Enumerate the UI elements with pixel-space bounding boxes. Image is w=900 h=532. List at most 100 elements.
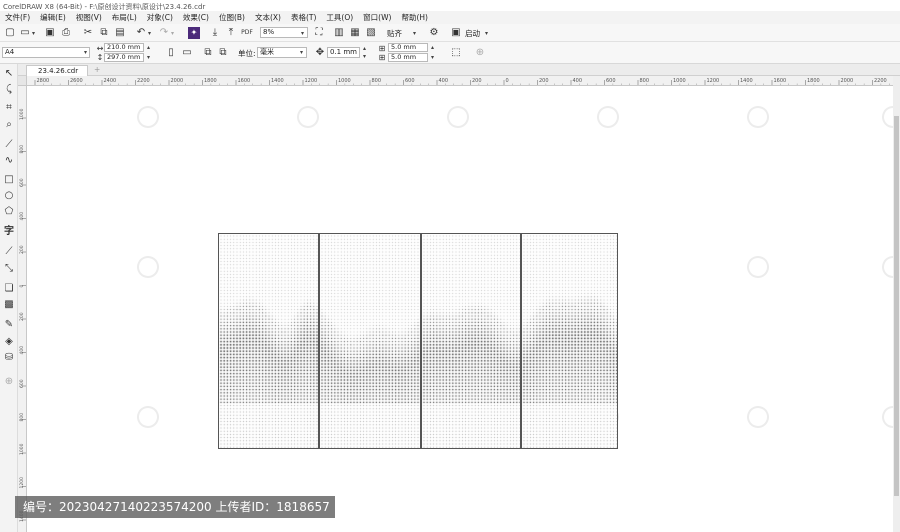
chevron-down-icon[interactable]: ▾ bbox=[485, 30, 488, 37]
spin-up-icon[interactable]: ▴ bbox=[363, 45, 366, 52]
zoom-tool-icon[interactable]: ⌕ bbox=[3, 119, 15, 131]
import-icon[interactable]: ⤓ bbox=[209, 27, 221, 39]
spin-down-icon[interactable]: ▾ bbox=[363, 53, 366, 60]
rectangle-tool-icon[interactable]: □ bbox=[3, 174, 15, 186]
redo-icon[interactable]: ↷ bbox=[158, 27, 170, 39]
show-guidelines-icon[interactable]: ▧ bbox=[365, 27, 377, 39]
export-icon[interactable]: ⤒ bbox=[225, 27, 237, 39]
menu-table[interactable]: 表格(T) bbox=[286, 12, 321, 23]
horizontal-ruler[interactable]: 2800 2600 2400 2200 2000 1800 1600 1400 1200 1000… bbox=[27, 76, 893, 86]
menu-help[interactable]: 帮助(H) bbox=[396, 12, 433, 23]
all-pages-icon[interactable]: ⧉ bbox=[202, 47, 214, 59]
spin-up-icon[interactable]: ▴ bbox=[147, 44, 150, 51]
menu-text[interactable]: 文本(X) bbox=[250, 12, 286, 23]
ellipse-tool-icon[interactable]: ○ bbox=[3, 190, 15, 202]
halftone-panel-2[interactable] bbox=[319, 233, 421, 449]
menu-window[interactable]: 窗口(W) bbox=[358, 12, 396, 23]
document-tab[interactable]: 23.4.26.cdr bbox=[26, 65, 88, 76]
chevron-down-icon[interactable]: ▾ bbox=[84, 49, 87, 56]
page-height-value: 297.0 mm bbox=[107, 53, 141, 61]
scrollbar-thumb[interactable] bbox=[894, 116, 899, 496]
transparency-icon[interactable]: ▩ bbox=[3, 299, 15, 311]
show-rulers-icon[interactable]: ▥ bbox=[333, 27, 345, 39]
gear-icon[interactable]: ⚙ bbox=[428, 27, 440, 39]
portrait-icon[interactable]: ▯ bbox=[165, 47, 177, 59]
artistic-media-icon[interactable]: ∿ bbox=[3, 155, 15, 167]
chevron-down-icon[interactable]: ▾ bbox=[171, 30, 174, 37]
pdf-icon[interactable]: PDF bbox=[241, 27, 253, 39]
ruler-tick-label: 200 bbox=[472, 78, 482, 84]
polygon-tool-icon[interactable]: ⬠ bbox=[3, 206, 15, 218]
page-height-input[interactable]: 297.0 mm bbox=[104, 53, 144, 62]
drop-shadow-icon[interactable]: ❏ bbox=[3, 283, 15, 295]
add-tool-icon[interactable]: ⊕ bbox=[3, 376, 15, 388]
smart-fill-icon[interactable]: ⛁ bbox=[3, 352, 15, 364]
launch-icon[interactable]: ▣ bbox=[450, 27, 462, 39]
menu-effects[interactable]: 效果(C) bbox=[178, 12, 214, 23]
ruler-tick-label: 2800 bbox=[37, 78, 50, 84]
drawing-canvas[interactable] bbox=[27, 86, 893, 532]
nudge-distance-input[interactable]: 0.1 mm bbox=[327, 47, 360, 58]
chevron-down-icon[interactable]: ▾ bbox=[300, 49, 303, 56]
print-icon[interactable]: ⎙ bbox=[60, 27, 72, 39]
copy-icon[interactable]: ⧉ bbox=[98, 27, 110, 39]
duplicate-x-input[interactable]: 5.0 mm bbox=[388, 43, 428, 52]
menu-file[interactable]: 文件(F) bbox=[0, 12, 35, 23]
fullscreen-icon[interactable]: ⛶ bbox=[313, 27, 325, 39]
vertical-scrollbar[interactable] bbox=[893, 76, 900, 532]
page-border-icon[interactable]: ⬚ bbox=[450, 47, 462, 59]
shape-tool-icon[interactable]: ⤹ bbox=[3, 84, 15, 96]
watermark-logo bbox=[593, 102, 623, 132]
new-icon[interactable]: ▢ bbox=[4, 27, 16, 39]
connector-tool-icon[interactable]: ⤡ bbox=[3, 263, 15, 275]
watermark-logo bbox=[443, 102, 473, 132]
spin-up-icon[interactable]: ▴ bbox=[431, 44, 434, 51]
halftone-panel-3[interactable] bbox=[421, 233, 521, 449]
menu-bitmaps[interactable]: 位图(B) bbox=[214, 12, 250, 23]
crop-tool-icon[interactable]: ⌗ bbox=[3, 102, 15, 114]
chevron-down-icon[interactable]: ▾ bbox=[32, 30, 35, 37]
menu-edit[interactable]: 编辑(E) bbox=[35, 12, 71, 23]
spin-down-icon[interactable]: ▾ bbox=[147, 54, 150, 61]
ruler-tick-label: 1000 bbox=[338, 78, 351, 84]
eyedropper-icon[interactable]: ✎ bbox=[3, 319, 15, 331]
fill-tool-icon[interactable]: ◈ bbox=[3, 336, 15, 348]
spin-down-icon[interactable]: ▾ bbox=[431, 54, 434, 61]
paste-icon[interactable]: ▤ bbox=[114, 27, 126, 39]
open-icon[interactable]: ▭ bbox=[19, 27, 31, 39]
pick-tool-icon[interactable]: ↖ bbox=[3, 68, 15, 80]
ruler-origin-corner[interactable] bbox=[18, 76, 27, 86]
page-width-input[interactable]: 210.0 mm bbox=[104, 43, 144, 52]
units-label: 单位: bbox=[238, 49, 256, 58]
add-document-tab-button[interactable]: + bbox=[94, 65, 100, 74]
watermark-logo bbox=[878, 252, 893, 282]
halftone-panel-1[interactable] bbox=[218, 233, 319, 449]
add-icon[interactable]: ⊕ bbox=[474, 47, 486, 59]
ruler-tick-label: 800 bbox=[640, 78, 650, 84]
page-size-select[interactable]: A4 bbox=[2, 47, 90, 58]
chevron-down-icon[interactable]: ▾ bbox=[413, 30, 416, 37]
chevron-down-icon[interactable]: ▾ bbox=[148, 30, 151, 37]
cut-icon[interactable]: ✂ bbox=[82, 27, 94, 39]
text-tool-icon[interactable]: 字 bbox=[3, 226, 15, 238]
snap-to-label[interactable]: 贴齐 bbox=[387, 28, 402, 39]
duplicate-y-input[interactable]: 5.0 mm bbox=[388, 53, 428, 62]
menu-view[interactable]: 视图(V) bbox=[71, 12, 107, 23]
menu-tools[interactable]: 工具(O) bbox=[321, 12, 358, 23]
nudge-distance-value: 0.1 mm bbox=[330, 48, 357, 56]
current-page-icon[interactable]: ⧉ bbox=[217, 47, 229, 59]
undo-icon[interactable]: ↶ bbox=[135, 27, 147, 39]
vertical-ruler[interactable]: 1000800600400200020040060080010001200140… bbox=[18, 86, 27, 532]
menu-layout[interactable]: 布局(L) bbox=[107, 12, 142, 23]
document-tab-bar: 23.4.26.cdr + bbox=[18, 64, 900, 76]
menu-object[interactable]: 对象(C) bbox=[142, 12, 178, 23]
search-content-icon[interactable]: ✦ bbox=[188, 27, 200, 39]
freehand-tool-icon[interactable]: ⟋ bbox=[3, 139, 15, 151]
parallel-dimension-icon[interactable]: ⟋ bbox=[3, 246, 15, 258]
halftone-panel-4[interactable] bbox=[521, 233, 618, 449]
launch-label[interactable]: 启动 bbox=[465, 28, 480, 39]
show-grid-icon[interactable]: ▦ bbox=[349, 27, 361, 39]
save-icon[interactable]: ▣ bbox=[44, 27, 56, 39]
chevron-down-icon[interactable]: ▾ bbox=[301, 30, 304, 37]
landscape-icon[interactable]: ▭ bbox=[181, 47, 193, 59]
